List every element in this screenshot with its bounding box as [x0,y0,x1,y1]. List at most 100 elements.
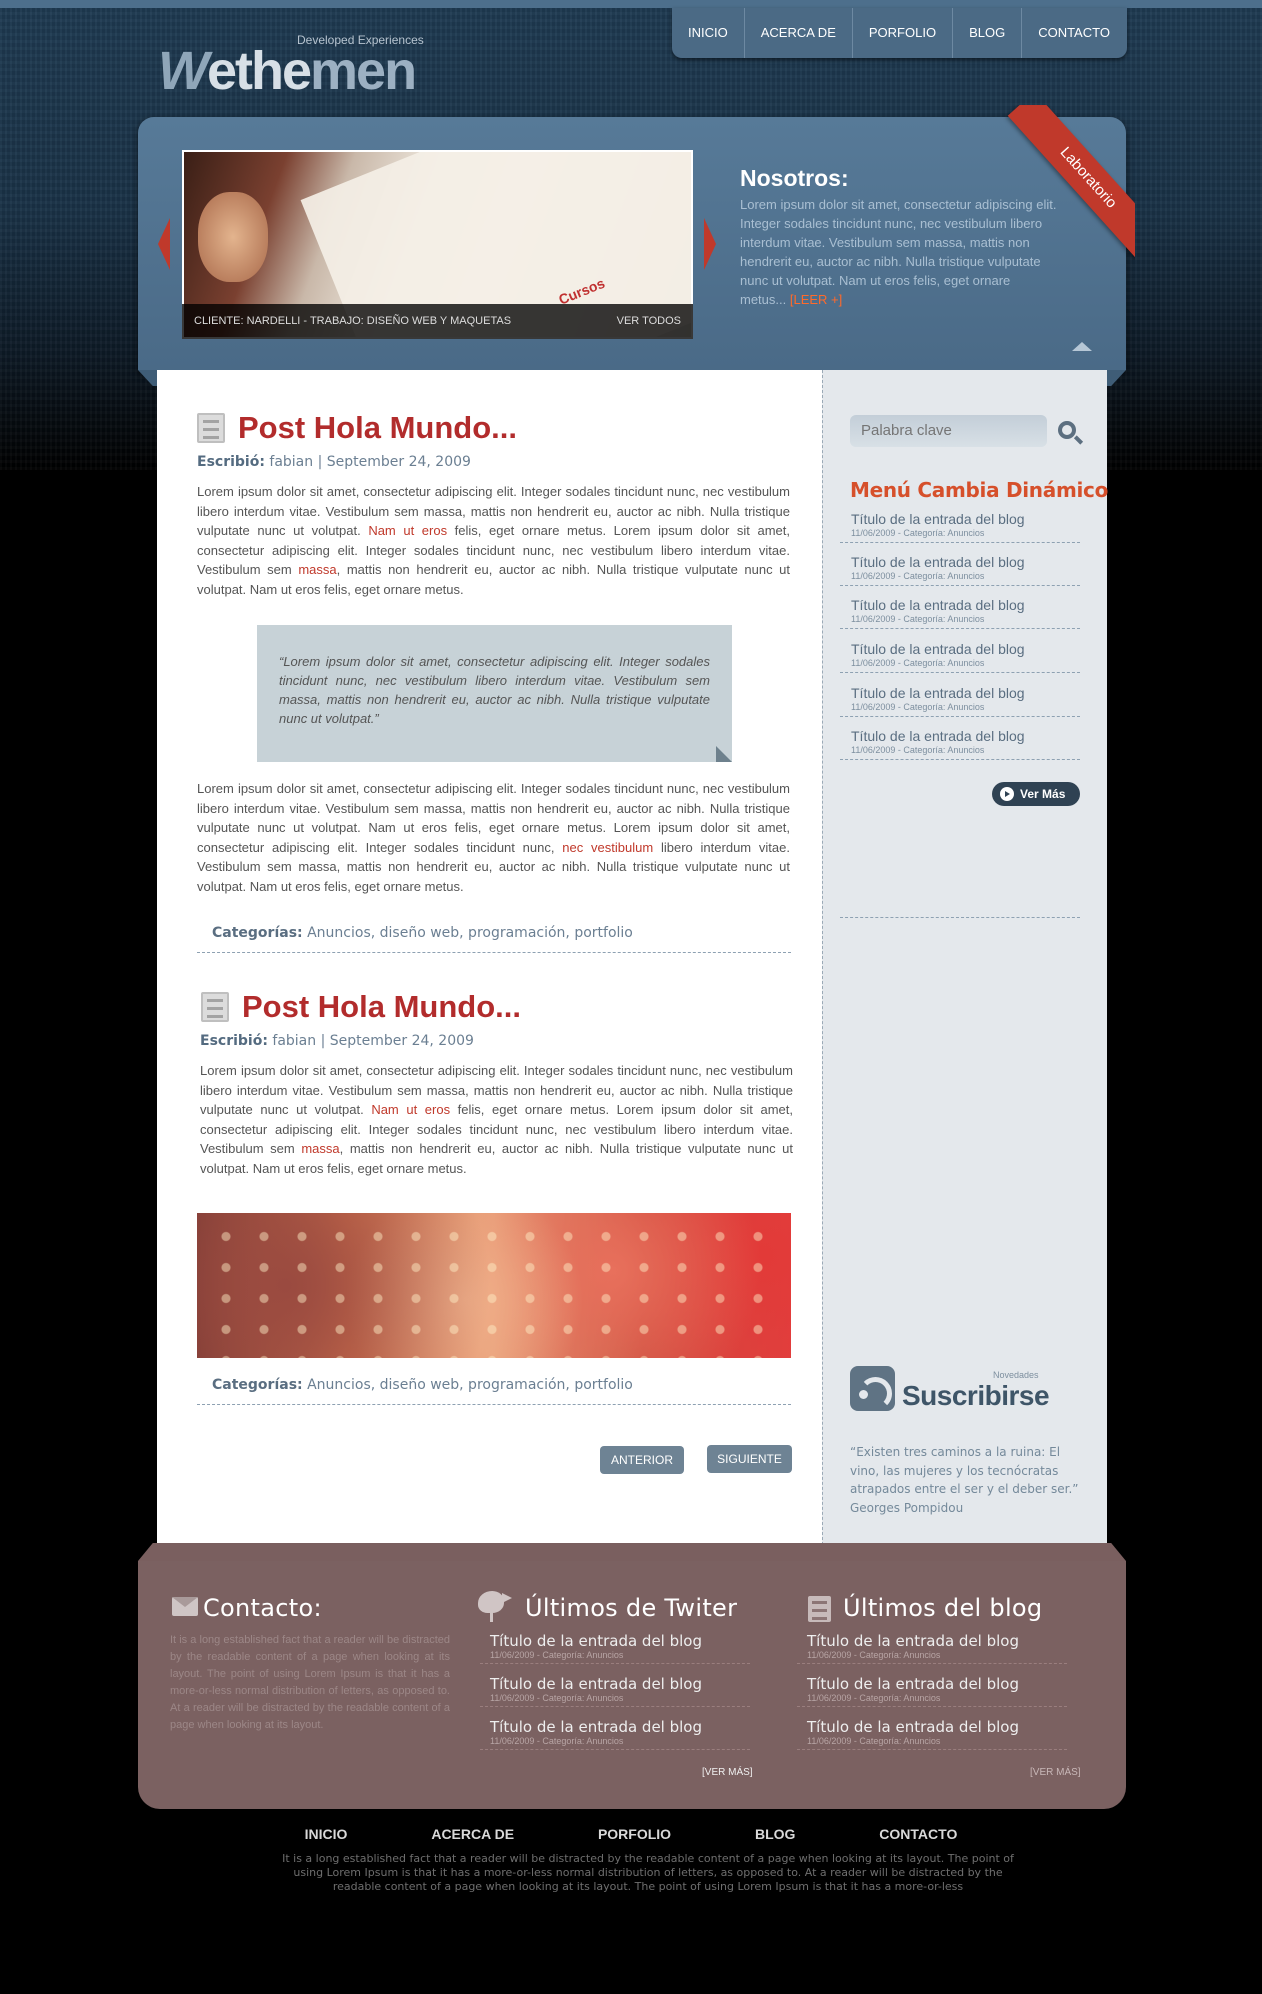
post-icon [201,992,229,1022]
next-button[interactable]: SIGUIENTE [707,1445,792,1473]
sidebar-item[interactable]: Título de la entrada del blog 11/06/2009 … [840,597,1080,629]
logo-wordmark: Wethemen [158,40,417,102]
sidebar-item-date: 11/06/2009 - Categoría: Anuncios [851,702,985,712]
sidebar-item[interactable]: Título de la entrada del blog 11/06/2009 … [840,728,1080,760]
sidebar-item-date: 11/06/2009 - Categoría: Anuncios [851,528,985,538]
bottom-nav-contacto[interactable]: CONTACTO [879,1826,957,1842]
bottom-nav: INICIO ACERCA DE PORFOLIO BLOG CONTACTO [0,1826,1262,1842]
twitter-item-date: 11/06/2009 - Categoría: Anuncios [490,1736,624,1746]
blog-item[interactable]: Título de la entrada del blog 11/06/2009 … [797,1675,1067,1707]
post-meta-value: fabian | September 24, 2009 [269,454,471,470]
twitter-item-date: 11/06/2009 - Categoría: Anuncios [490,1693,624,1703]
twitter-ver-mas-link[interactable]: [VER MÁS] [702,1767,753,1778]
laboratorio-ribbon[interactable]: Laboratorio [980,105,1135,260]
divider [197,1404,791,1405]
read-more-link[interactable]: [LEER +] [790,292,842,307]
blog-item-title: Título de la entrada del blog [807,1718,1020,1736]
post-meta: Escribió: fabian | September 24, 2009 [200,1033,474,1049]
twitter-bird-icon [478,1591,512,1613]
sidebar-item[interactable]: Título de la entrada del blog 11/06/2009 … [840,641,1080,673]
rss-icon[interactable] [850,1366,895,1411]
blog-item[interactable]: Título de la entrada del blog 11/06/2009 … [797,1632,1067,1664]
inline-link[interactable]: Nam ut eros [371,1102,450,1117]
sidebar-item[interactable]: Título de la entrada del blog 11/06/2009 … [840,511,1080,543]
sidebar-item[interactable]: Título de la entrada del blog 11/06/2009 … [840,685,1080,717]
twitter-item-title: Título de la entrada del blog [490,1675,703,1693]
footer-contact-title: Contacto: [203,1594,322,1622]
blog-item-title: Título de la entrada del blog [807,1675,1020,1693]
twitter-item-title: Título de la entrada del blog [490,1718,703,1736]
subscribe-link[interactable]: Suscribirse [902,1380,1050,1412]
nav-porfolio[interactable]: PORFOLIO [853,8,954,58]
slider-prev-arrow-icon[interactable] [158,218,170,270]
post-meta-label: Escribió: [197,454,265,470]
twitter-item-title: Título de la entrada del blog [490,1632,703,1650]
footer-blog-title: Últimos del blog [843,1594,1043,1622]
collapse-up-icon[interactable] [1072,342,1092,351]
inline-link[interactable]: Nam ut eros [368,523,447,538]
sidebar-item-title: Título de la entrada del blog [851,554,1025,570]
post-title[interactable]: Post Hola Mundo... [242,989,521,1025]
slider-next-arrow-icon[interactable] [704,218,716,270]
slide-person [198,192,268,282]
inline-link[interactable]: nec vestibulum [562,840,653,855]
prev-button[interactable]: ANTERIOR [600,1446,684,1474]
slide-caption-text: CLIENTE: NARDELLI - TRABAJO: DISEÑO WEB … [194,315,512,327]
twitter-item[interactable]: Título de la entrada del blog 11/06/2009 … [480,1675,750,1707]
sidebar-menu-title: Menú Cambia Dinámico [850,478,1109,502]
sidebar-item-title: Título de la entrada del blog [851,641,1025,657]
logo-part-a: ethe [206,41,312,101]
blog-item[interactable]: Título de la entrada del blog 11/06/2009 … [797,1718,1067,1750]
sidebar-item-title: Título de la entrada del blog [851,597,1025,613]
post-paragraph: Lorem ipsum dolor sit amet, consectetur … [197,779,790,896]
blog-icon [808,1596,831,1622]
envelope-icon [172,1597,198,1616]
post-meta: Escribió: fabian | September 24, 2009 [197,454,471,470]
nav-inicio[interactable]: INICIO [672,8,745,58]
divider [197,952,791,953]
blog-item-date: 11/06/2009 - Categoría: Anuncios [807,1693,941,1703]
footer-contact-text: It is a long established fact that a rea… [170,1634,450,1731]
search-input[interactable] [850,415,1047,447]
top-bar [0,0,1262,8]
search-icon[interactable] [1058,421,1076,439]
sidebar-item-date: 11/06/2009 - Categoría: Anuncios [851,614,985,624]
ribbon-label: Laboratorio [1007,105,1135,260]
twitter-item[interactable]: Título de la entrada del blog 11/06/2009 … [480,1632,750,1664]
sidebar-item-date: 11/06/2009 - Categoría: Anuncios [851,658,985,668]
post-icon [197,413,225,443]
ver-mas-button[interactable]: Ver Más [992,782,1080,806]
post-image-bokeh [197,1213,791,1358]
hero-title: Nosotros: [740,165,849,191]
categories-label: Categorías: [212,925,303,941]
blockquote: “Lorem ipsum dolor sit amet, consectetur… [257,625,732,762]
sidebar-item[interactable]: Título de la entrada del blog 11/06/2009 … [840,554,1080,586]
post-title[interactable]: Post Hola Mundo... [238,410,517,446]
view-all-link[interactable]: VER TODOS [617,304,681,339]
footer-edge [138,1543,1126,1561]
post-categories: Categorías: Anuncios, diseño web, progra… [212,1377,633,1393]
legal-text: It is a long established fact that a rea… [282,1852,1014,1893]
bottom-nav-acerca-de[interactable]: ACERCA DE [431,1826,514,1842]
inline-link[interactable]: massa [301,1141,339,1156]
blog-ver-mas-link[interactable]: [VER MÁS] [1030,1767,1081,1778]
bottom-nav-inicio[interactable]: INICIO [305,1826,348,1842]
nav-acerca-de[interactable]: ACERCA DE [745,8,853,58]
subscribe-small-label: Novedades [993,1370,1039,1380]
post-categories: Categorías: Anuncios, diseño web, progra… [212,925,633,941]
nav-blog[interactable]: BLOG [953,8,1023,58]
inline-link[interactable]: massa [298,562,336,577]
logo-part-b: men [310,41,417,101]
nav-contacto[interactable]: CONTACTO [1022,8,1126,58]
categories-links[interactable]: Anuncios, diseño web, programación, port… [307,925,633,941]
blog-item-title: Título de la entrada del blog [807,1632,1020,1650]
bottom-nav-porfolio[interactable]: PORFOLIO [598,1826,671,1842]
logo-letter-w: W [158,41,209,101]
main-nav: INICIO ACERCA DE PORFOLIO BLOG CONTACTO [672,8,1127,58]
bottom-nav-blog[interactable]: BLOG [755,1826,795,1842]
blog-item-date: 11/06/2009 - Categoría: Anuncios [807,1650,941,1660]
sidebar-item-date: 11/06/2009 - Categoría: Anuncios [851,745,985,755]
sidebar-item-title: Título de la entrada del blog [851,685,1025,701]
twitter-item[interactable]: Título de la entrada del blog 11/06/2009 … [480,1718,750,1750]
categories-links[interactable]: Anuncios, diseño web, programación, port… [307,1377,633,1393]
